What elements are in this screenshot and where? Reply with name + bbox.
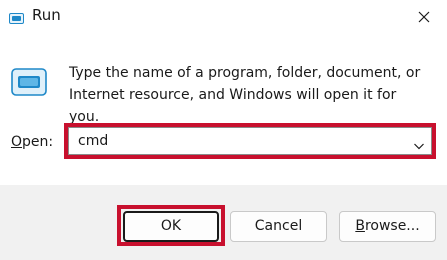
browse-accelerator: B	[355, 218, 365, 234]
open-label-text: pen:	[22, 134, 54, 150]
open-combobox[interactable]: cmd	[68, 127, 432, 155]
cancel-button[interactable]: Cancel	[230, 211, 327, 242]
title-bar[interactable]: Run	[0, 0, 447, 34]
open-label-accelerator: O	[11, 134, 23, 150]
run-dialog-icon	[11, 68, 47, 96]
window-title: Run	[32, 6, 61, 24]
browse-button[interactable]: Browse...	[339, 211, 436, 242]
dialog-description: Type the name of a program, folder, docu…	[69, 65, 421, 125]
close-icon	[418, 8, 430, 27]
run-dialog-icon	[9, 9, 24, 24]
open-label: Open:	[11, 132, 53, 152]
close-button[interactable]	[401, 0, 447, 34]
ok-button[interactable]: OK	[123, 211, 219, 242]
browse-label: rowse...	[364, 218, 420, 234]
open-input[interactable]: cmd	[78, 131, 108, 151]
run-dialog: Run Type the name of a program, folder, …	[0, 0, 447, 260]
chevron-down-icon[interactable]	[413, 136, 425, 150]
